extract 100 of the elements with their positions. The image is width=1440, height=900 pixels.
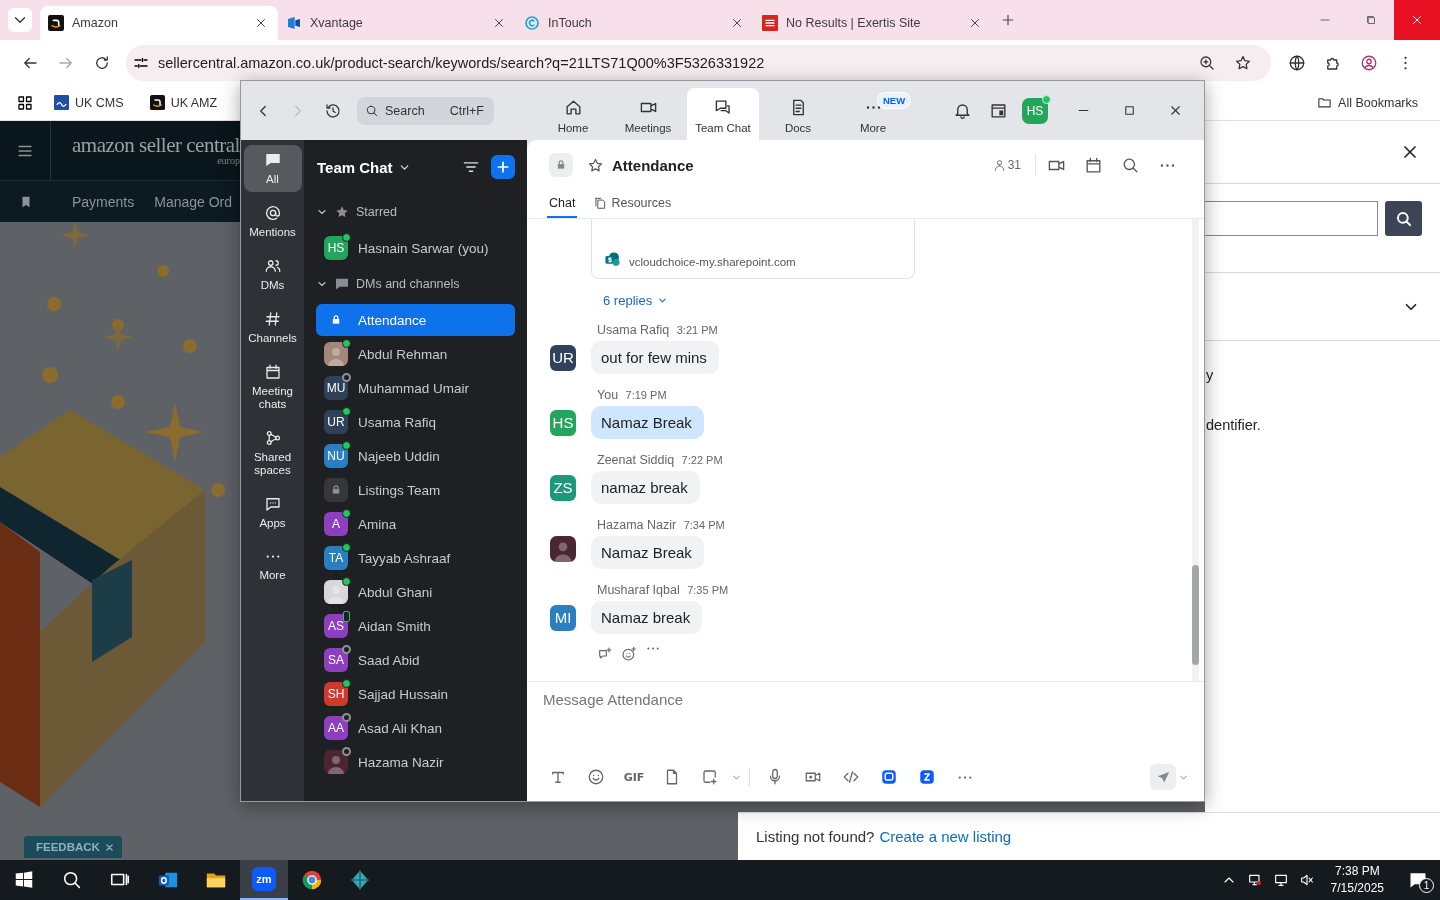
search-field[interactable]: Search Ctrl+F: [357, 96, 494, 125]
nav-tab[interactable]: Meetings: [612, 88, 684, 140]
browser-tab[interactable]: Xvantage: [278, 6, 516, 40]
browser-tab[interactable]: No Results | Exertis Site: [754, 6, 992, 40]
sidebar-item[interactable]: Meeting chats: [243, 357, 302, 417]
app-icon[interactable]: [918, 768, 936, 786]
calendar-icon: [263, 363, 282, 381]
chat-dots-icon: [263, 495, 282, 513]
more-icon[interactable]: [956, 774, 974, 780]
nav-link[interactable]: Manage Ord: [154, 193, 233, 210]
nav-tab[interactable]: Team Chat: [687, 88, 759, 140]
send-button[interactable]: [1150, 764, 1176, 790]
chat-list-item[interactable]: UR Usama Rafiq: [316, 406, 515, 438]
chat-list-item[interactable]: AS Aidan Smith: [316, 610, 515, 642]
star-icon[interactable]: [587, 156, 604, 174]
sidebar-item[interactable]: More: [243, 542, 302, 588]
close-icon[interactable]: [254, 16, 268, 30]
add-reaction-icon[interactable]: [621, 646, 637, 662]
nav-tab[interactable]: Home: [537, 88, 609, 140]
sidebar-item[interactable]: DMs: [243, 251, 302, 298]
address-bar[interactable]: sellercentral.amazon.co.uk/product-search/keywords/search?q=21LTS71Q00%3F5326331922: [126, 44, 1271, 81]
bookmark[interactable]: UK CMS: [48, 95, 130, 110]
emoji-icon[interactable]: [587, 768, 605, 786]
chat-list-item[interactable]: Abdul Rehman: [316, 338, 515, 370]
people-icon: [263, 257, 282, 275]
tab[interactable]: Resources: [591, 189, 674, 218]
apps-icon[interactable]: [16, 93, 34, 112]
section-title[interactable]: DMs and channels: [356, 277, 460, 291]
nav-tab[interactable]: Docs: [762, 88, 834, 140]
diamond-app-icon: [349, 869, 371, 891]
search-icon[interactable]: [61, 869, 83, 891]
ring-logo-icon: [524, 15, 540, 31]
panel-title: Team Chat: [317, 158, 393, 176]
zoom-icon[interactable]: [1198, 53, 1216, 72]
star-icon[interactable]: [1234, 53, 1252, 72]
close-icon[interactable]: [492, 16, 506, 30]
chat-bubble-icon: [263, 151, 282, 169]
calendar-icon[interactable]: [988, 101, 1008, 120]
avatar: ZS: [550, 474, 576, 501]
reply-icon[interactable]: [597, 646, 613, 662]
nav-tab[interactable]: NEW More: [837, 88, 909, 140]
sidebar-item[interactable]: Mentions: [243, 198, 302, 245]
clock-date[interactable]: 7/15/2025: [1330, 880, 1384, 897]
app-icon[interactable]: [880, 768, 898, 786]
clock-time[interactable]: 7:38 PM: [1334, 863, 1380, 880]
search-button[interactable]: [1385, 201, 1422, 236]
sidebar-item[interactable]: Shared spaces: [243, 423, 302, 483]
reload-icon[interactable]: [93, 53, 111, 72]
create-listing-link[interactable]: Create a new listing: [879, 828, 1012, 845]
taskbar-app[interactable]: zm: [240, 860, 288, 900]
link-preview-card[interactable]: vcloudchoice-my.sharepoint.com: [591, 219, 915, 279]
tab-search-button[interactable]: [8, 8, 32, 32]
chat-list-item[interactable]: HS Hasnain Sarwar (you): [316, 232, 515, 264]
chat-list-item[interactable]: Abdul Ghani: [316, 576, 515, 608]
chat-list-item[interactable]: Hazama Nazir: [316, 746, 515, 778]
chat-list-item[interactable]: TA Tayyab Ashraaf: [316, 542, 515, 574]
section-title[interactable]: Starred: [356, 205, 397, 219]
avatar: A: [324, 512, 348, 536]
chat-list-item[interactable]: Listings Team: [316, 474, 515, 506]
network-icon[interactable]: [1272, 872, 1289, 888]
globe-icon[interactable]: [1288, 53, 1306, 72]
bookmark[interactable]: UK AMZ: [143, 95, 224, 110]
chat-list-item[interactable]: Attendance: [316, 304, 515, 336]
message-header: Musharaf Iqbal 7:35 PM: [596, 582, 729, 598]
close-icon[interactable]: [730, 16, 744, 30]
close-icon[interactable]: [968, 16, 982, 30]
restore-icon[interactable]: [1364, 13, 1378, 27]
search-field[interactable]: [1205, 201, 1378, 236]
new-tab-icon[interactable]: [1000, 12, 1016, 28]
chat-list-item[interactable]: SA Saad Abid: [316, 644, 515, 676]
screenshot-icon[interactable]: [701, 768, 719, 786]
chat-list-item[interactable]: MU Muhammad Umair: [316, 372, 515, 404]
sidebar-item[interactable]: All: [243, 145, 302, 192]
browser-tab[interactable]: InTouch: [516, 6, 754, 40]
calendar-icon[interactable]: [1083, 155, 1103, 175]
sidebar-item[interactable]: Channels: [243, 304, 302, 351]
all-bookmarks[interactable]: All Bookmarks: [1311, 95, 1424, 110]
feedback-button[interactable]: FEEDBACK: [24, 836, 122, 858]
history-icon[interactable]: [324, 101, 342, 120]
avatar: TA: [324, 546, 348, 570]
new-chat-button[interactable]: [491, 155, 515, 179]
more-icon[interactable]: [645, 646, 661, 651]
code-icon[interactable]: [842, 768, 860, 786]
sidebar-item[interactable]: Apps: [243, 489, 302, 536]
replies-link[interactable]: 6 replies: [603, 292, 653, 308]
chat-list-item[interactable]: AA Asad Ali Khan: [316, 712, 515, 744]
scrollbar[interactable]: [1192, 565, 1199, 665]
chat-list-item[interactable]: NU Najeeb Uddin: [316, 440, 515, 472]
monitor-alert-icon[interactable]: [1246, 872, 1263, 888]
profile-icon[interactable]: [1360, 53, 1378, 72]
chat-list-item[interactable]: SH Sajjad Hussain: [316, 678, 515, 710]
tab[interactable]: Chat: [547, 189, 578, 218]
nav-link[interactable]: Payments: [72, 193, 135, 210]
members-button[interactable]: 31: [986, 154, 1036, 176]
speaker-muted-icon[interactable]: [1298, 872, 1315, 888]
search-icon: [1394, 209, 1413, 228]
gif-button[interactable]: GIF: [615, 764, 653, 790]
chat-list-item[interactable]: A Amina: [316, 508, 515, 540]
browser-tab[interactable]: Amazon: [40, 6, 278, 40]
windows-icon[interactable]: [13, 869, 35, 891]
